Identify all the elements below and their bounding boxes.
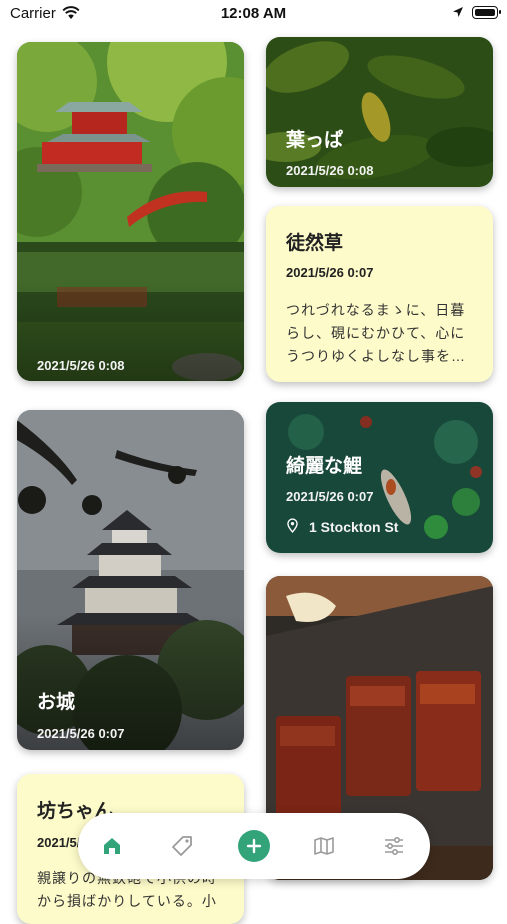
memo-card-tsurezuregusa[interactable]: 徒然草 2021/5/26 0:07 つれづれなるまゝに、日暮 らし、硯にむかひ… (266, 206, 493, 382)
card-date: 2021/5/26 0:07 (37, 726, 125, 741)
card-title: お城 (37, 692, 76, 713)
status-bar: Carrier 12:08 AM (0, 0, 507, 28)
map-icon (314, 837, 334, 855)
tag-icon (172, 836, 192, 856)
battery-icon (472, 6, 501, 19)
memo-card-leaves[interactable]: 葉っぱ 2021/5/26 0:08 (266, 37, 493, 187)
card-body-line: らし、硯にむかひて、心に (286, 325, 466, 341)
sliders-icon (385, 836, 403, 856)
plus-icon (238, 830, 270, 862)
bottom-tab-bar (78, 813, 430, 879)
card-body: つれづれなるまゝに、日暮 らし、硯にむかひて、心に うつりゆくよしなし事を… (286, 299, 466, 368)
card-date: 2021/5/26 0:07 (286, 265, 374, 280)
pin-icon (287, 518, 298, 533)
card-date: 2021/5/26 0:07 (286, 489, 374, 504)
home-icon (104, 838, 120, 854)
memo-card-castle[interactable]: お城 2021/5/26 0:07 (17, 410, 244, 750)
card-location: 1 Stockton St (309, 519, 399, 535)
clock: 12:08 AM (220, 5, 287, 22)
card-date: 2021/5/26 0:08 (37, 358, 125, 373)
card-title: 徒然草 (286, 233, 344, 254)
card-body-line: つれづれなるまゝに、日暮 (286, 302, 466, 318)
memo-card-koi[interactable]: 綺麗な鯉 2021/5/26 0:07 1 Stockton St (266, 402, 493, 553)
add-memo-button[interactable] (232, 813, 276, 879)
tab-map[interactable] (302, 813, 346, 879)
card-body-line: から損ばかりしている。小 (37, 893, 217, 909)
tab-tags[interactable] (160, 813, 204, 879)
card-title: 葉っぱ (286, 130, 344, 151)
location-arrow-icon (453, 7, 463, 17)
card-date: 2021/5/26 0:08 (286, 163, 374, 178)
card-body-line: うつりゆくよしなし事を… (286, 348, 466, 364)
card-title: 綺麗な鯉 (286, 456, 363, 477)
tab-filters[interactable] (372, 813, 416, 879)
tab-home[interactable] (90, 813, 134, 879)
memo-card-pagoda[interactable]: 2021/5/26 0:08 (17, 42, 244, 381)
